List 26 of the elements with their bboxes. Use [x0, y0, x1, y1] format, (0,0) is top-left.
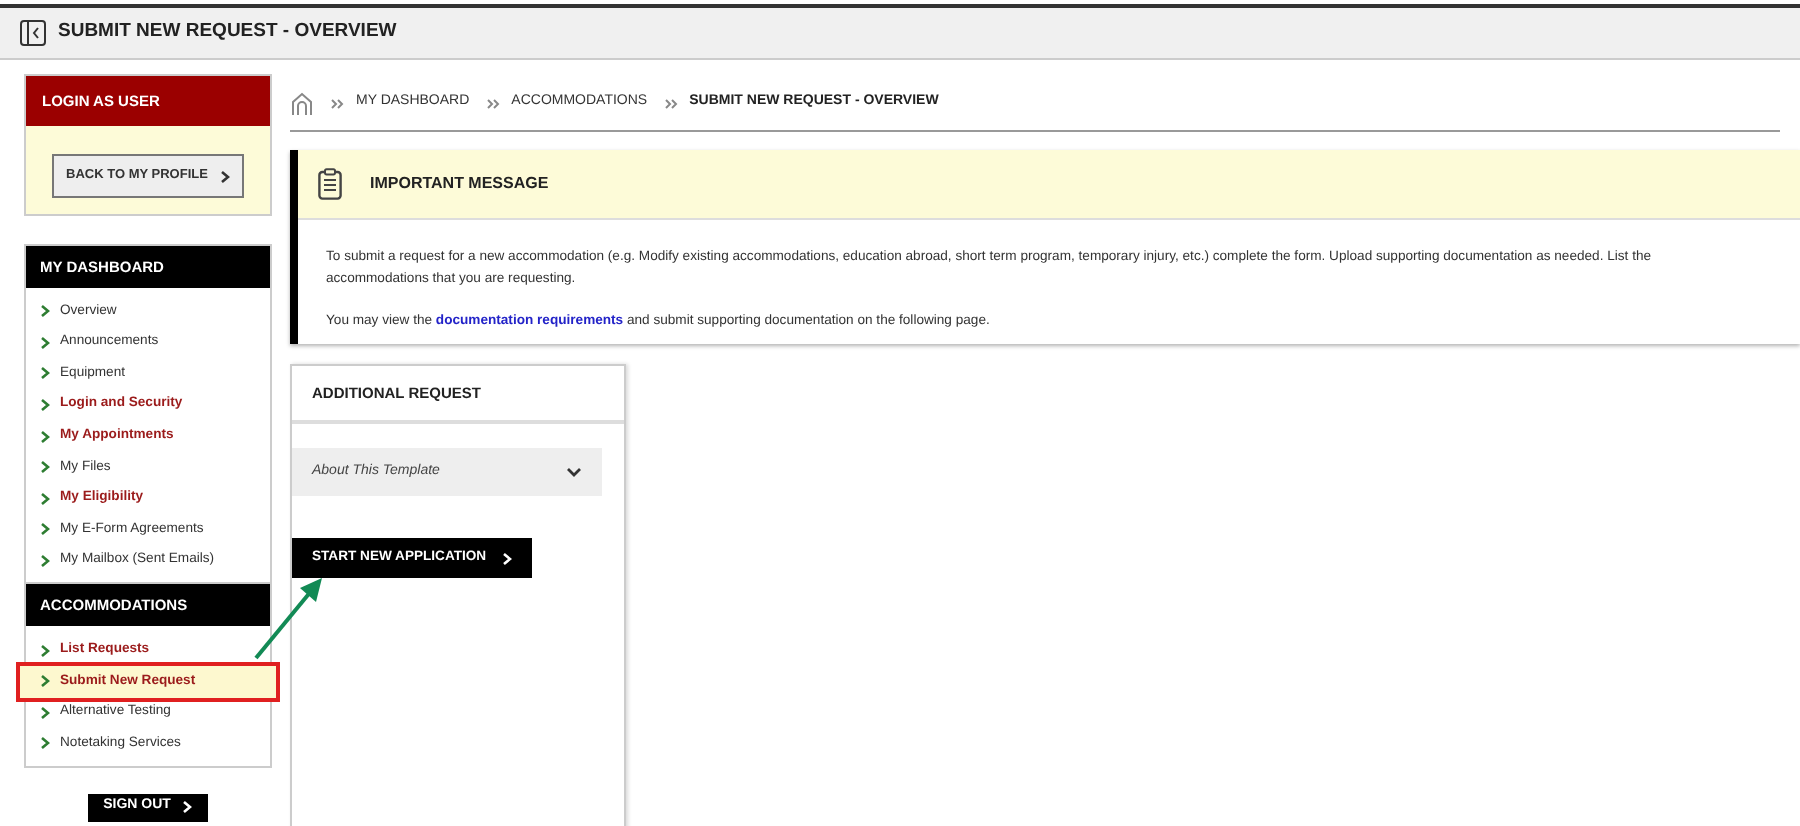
double-chevron-icon	[330, 97, 344, 109]
chevron-right-icon	[40, 554, 50, 569]
message-title: IMPORTANT MESSAGE	[370, 172, 549, 196]
chevron-right-icon	[40, 491, 50, 506]
chevron-right-icon	[40, 366, 50, 381]
chevron-right-icon	[219, 169, 230, 183]
chevron-right-icon	[40, 398, 50, 413]
chevron-right-icon	[40, 674, 50, 689]
chevron-right-icon	[502, 551, 513, 565]
chevron-right-icon	[40, 705, 50, 720]
chevron-right-icon	[40, 304, 50, 319]
chevron-right-icon	[40, 643, 50, 658]
chevron-right-icon	[40, 460, 50, 475]
home-icon[interactable]	[290, 91, 314, 115]
window-title: SUBMIT NEW REQUEST - OVERVIEW	[58, 18, 397, 47]
clipboard-icon	[318, 168, 342, 200]
sidebar-toggle-icon[interactable]	[20, 20, 46, 46]
double-chevron-icon	[663, 97, 678, 109]
chevron-right-icon	[40, 429, 50, 444]
annotation-arrow	[252, 572, 328, 662]
chevron-right-icon	[182, 800, 193, 815]
double-chevron-icon	[485, 97, 500, 109]
chevron-down-icon	[566, 466, 582, 478]
chevron-right-icon	[40, 736, 50, 751]
chevron-right-icon	[40, 522, 50, 537]
chevron-right-icon	[40, 335, 50, 350]
